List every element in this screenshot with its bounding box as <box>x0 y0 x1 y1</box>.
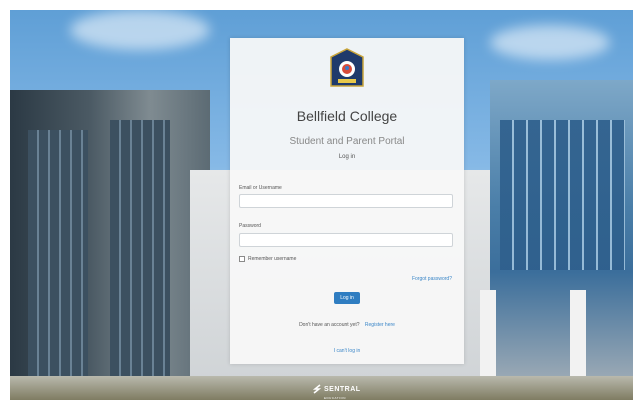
building-glass <box>110 120 170 390</box>
login-button[interactable]: Log in <box>334 292 360 304</box>
forgot-password-link[interactable]: Forgot password? <box>412 276 452 282</box>
no-account-text: Don't have an account yet? <box>299 322 360 328</box>
remember-label: Remember username <box>248 256 297 262</box>
college-name: Bellfield College <box>296 108 398 124</box>
sentral-brand: SENTRAL EDUCATION <box>313 378 361 400</box>
building-glass <box>28 130 88 390</box>
brand-subtitle: EDUCATION <box>324 396 346 400</box>
cant-login-link[interactable]: I can't log in <box>230 348 464 354</box>
cloud <box>70 10 210 50</box>
building-left <box>10 90 210 400</box>
building-glass <box>500 120 625 270</box>
password-label: Password <box>239 223 261 229</box>
building-right <box>490 80 633 400</box>
login-panel: Bellfield College Student and Parent Por… <box>230 38 464 364</box>
remember-row[interactable]: Remember username <box>239 256 296 262</box>
register-link[interactable]: Register here <box>365 322 395 328</box>
remember-checkbox[interactable] <box>239 256 245 262</box>
login-heading: Log in <box>338 154 356 160</box>
email-field[interactable] <box>239 194 453 208</box>
cloud <box>490 25 610 60</box>
college-crest-icon <box>330 48 364 87</box>
sentral-logo-icon <box>313 384 321 394</box>
email-label: Email or Username <box>239 185 282 191</box>
register-row: Don't have an account yet? Register here <box>230 322 464 328</box>
password-field[interactable] <box>239 233 453 247</box>
portal-title: Student and Parent Portal <box>289 136 405 147</box>
brand-name: SENTRAL <box>324 386 361 393</box>
